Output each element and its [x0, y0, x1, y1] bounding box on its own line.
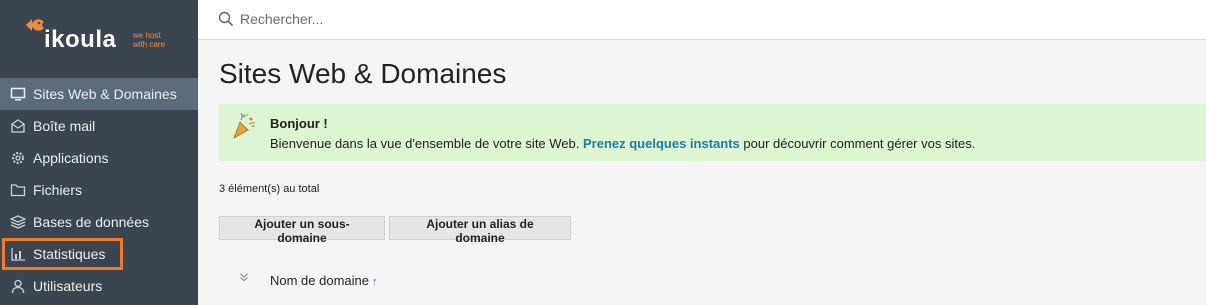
sidebar: ikoula we host with care Sites Web & Dom…: [0, 0, 198, 305]
party-popper-icon: [233, 112, 256, 139]
folder-icon: [10, 182, 26, 198]
add-domain-alias-button[interactable]: Ajouter un alias de domaine: [389, 216, 571, 245]
sort-ascending-icon: ↑: [372, 276, 378, 288]
search-icon: [218, 11, 234, 27]
sidebar-item-label: Boîte mail: [33, 118, 96, 134]
tour-link[interactable]: Prenez quelques instants: [583, 136, 740, 151]
item-count: 3 élément(s) au total: [219, 183, 320, 195]
user-icon: [10, 278, 26, 294]
monitor-icon: [10, 86, 26, 102]
banner-text: Bienvenue dans la vue d'ensemble de votr…: [270, 136, 975, 151]
sidebar-item-label: Utilisateurs: [33, 278, 103, 294]
sidebar-item-statistics[interactable]: Statistiques: [2, 238, 123, 270]
main-content: Sites Web & Domaines Bonjour ! Bienvenue…: [198, 40, 1206, 305]
fish-logo-icon: [26, 19, 44, 31]
banner-text-before: Bienvenue dans la vue d'ensemble de votr…: [270, 136, 583, 151]
banner-text-after: pour découvrir comment gérer vos sites.: [739, 136, 976, 151]
add-subdomain-button[interactable]: Ajouter un sous-domaine: [219, 216, 385, 245]
sidebar-item-files[interactable]: Fichiers: [0, 174, 198, 206]
top-bar: [198, 0, 1206, 40]
chevron-down-icon[interactable]: [239, 272, 249, 282]
banner-title: Bonjour !: [270, 116, 328, 131]
column-header-label: Nom de domaine: [270, 273, 369, 288]
sidebar-item-label: Bases de données: [33, 214, 149, 230]
sidebar-item-applications[interactable]: Applications: [0, 142, 198, 174]
sidebar-item-label: Statistiques: [33, 246, 106, 262]
database-icon: [10, 214, 26, 230]
sidebar-item-label: Sites Web & Domaines: [33, 86, 177, 102]
sidebar-item-mail[interactable]: Boîte mail: [0, 110, 198, 142]
brand-tagline: we host with care: [133, 31, 166, 49]
welcome-banner: Bonjour ! Bienvenue dans la vue d'ensemb…: [219, 104, 1206, 161]
bar-chart-icon: [10, 246, 26, 262]
sidebar-nav: Sites Web & Domaines Boîte mail Applicat…: [0, 78, 198, 302]
logo[interactable]: ikoula we host with care: [0, 0, 198, 78]
search-input[interactable]: [240, 8, 840, 30]
page-title: Sites Web & Domaines: [219, 58, 507, 89]
sidebar-item-label: Applications: [33, 150, 109, 166]
sidebar-item-sites-web[interactable]: Sites Web & Domaines: [0, 78, 198, 110]
column-header-domain[interactable]: Nom de domaine ↑: [270, 273, 378, 288]
sidebar-item-users[interactable]: Utilisateurs: [0, 270, 198, 302]
brand-name: ikoula: [44, 26, 117, 53]
gear-icon: [10, 150, 26, 166]
sidebar-item-databases[interactable]: Bases de données: [0, 206, 198, 238]
mail-icon: [10, 118, 26, 134]
sidebar-item-label: Fichiers: [33, 182, 83, 198]
